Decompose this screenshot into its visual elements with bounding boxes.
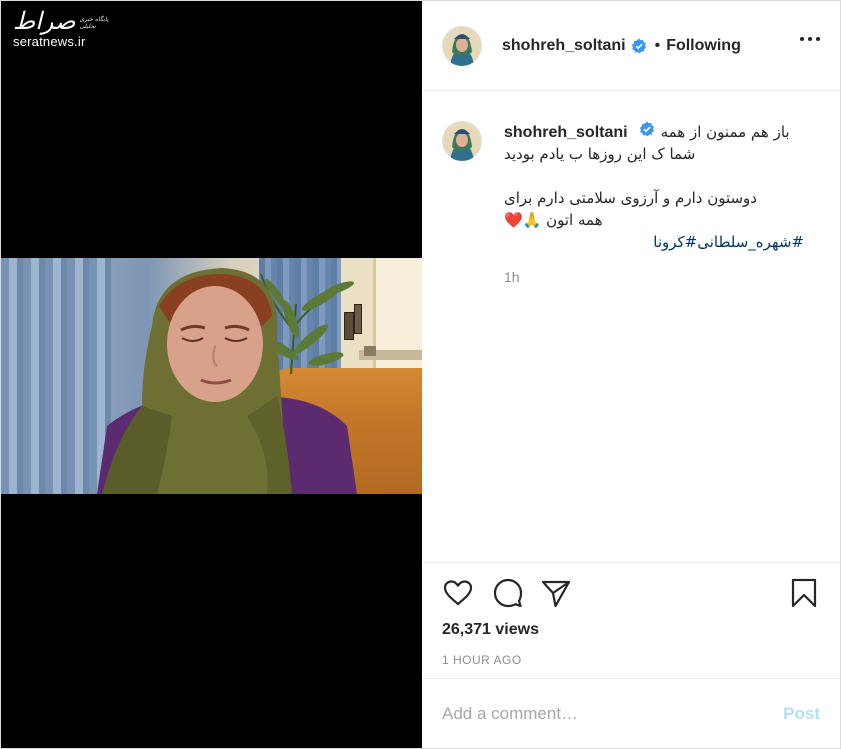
more-options-icon[interactable] (800, 37, 820, 41)
paper-plane-icon[interactable] (540, 577, 572, 609)
profile-photo-icon (442, 25, 482, 66)
verified-badge-icon (639, 121, 654, 137)
post-button[interactable]: Post (783, 704, 820, 724)
comment-form: Post (422, 678, 840, 748)
caption-line: همه اتون 🙏❤️ (504, 211, 603, 229)
following-button[interactable]: Following (666, 37, 741, 55)
bookmark-icon[interactable] (788, 577, 820, 609)
post-header: shohreh_soltani • Following (422, 1, 840, 91)
profile-photo-icon (442, 121, 482, 161)
caption-line: شما ک این روزها ب یادم بودید (504, 145, 696, 163)
verified-badge-icon (631, 38, 646, 53)
seratnews-watermark: صراط پایگاه خبری تحلیلی seratnews.ir (13, 9, 123, 49)
comment-icon[interactable] (492, 577, 524, 609)
caption-text: shohreh_soltani باز هم ممنون از همه شما … (504, 121, 804, 285)
action-bar: 26,371 views 1 HOUR AGO (422, 562, 840, 678)
photo-frame (364, 346, 376, 356)
video-frame[interactable] (1, 258, 422, 494)
post-sidebar: shohreh_soltani • Following shohreh_solt… (422, 1, 840, 748)
separator-dot: • (654, 36, 661, 54)
watermark-logo: صراط (13, 7, 76, 35)
instagram-post: صراط پایگاه خبری تحلیلی seratnews.ir sho… (0, 0, 841, 749)
post-timestamp: 1 HOUR AGO (442, 653, 522, 667)
caption-section: shohreh_soltani باز هم ممنون از همه شما … (422, 91, 840, 562)
avatar[interactable] (442, 25, 482, 66)
post-media[interactable]: صراط پایگاه خبری تحلیلی seratnews.ir (1, 1, 422, 748)
caption-item: shohreh_soltani باز هم ممنون از همه شما … (442, 121, 820, 285)
caption-time: 1h (504, 269, 520, 285)
header-username[interactable]: shohreh_soltani (502, 37, 626, 55)
caption-line: باز هم ممنون از همه (660, 123, 790, 141)
curtain-left (1, 258, 111, 494)
caption-username[interactable]: shohreh_soltani (504, 124, 628, 142)
watermark-url: seratnews.ir (13, 34, 86, 49)
avatar[interactable] (442, 121, 482, 161)
view-count[interactable]: 26,371 views (442, 621, 539, 639)
caption-hashtags[interactable]: #شهره_سلطانی#کرونا (504, 231, 804, 253)
doorway (373, 258, 422, 378)
comment-input[interactable] (442, 703, 784, 724)
person-in-green-scarf (97, 268, 357, 494)
heart-icon[interactable] (442, 577, 474, 609)
caption-line: دوستون دارم و آرزوی سلامتی دارم برای (504, 189, 757, 207)
watermark-subtitle: پایگاه خبری تحلیلی (79, 16, 109, 30)
